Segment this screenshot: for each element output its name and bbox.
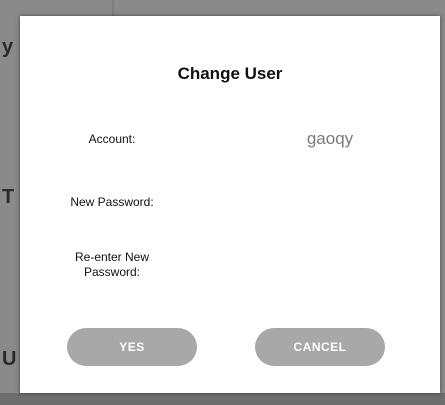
- cancel-button[interactable]: CANCEL: [255, 328, 385, 366]
- new-password-label: New Password:: [70, 195, 154, 209]
- background-bottom-bar: [0, 393, 445, 405]
- reenter-password-label: Re-enter New Password:: [74, 250, 150, 279]
- reenter-password-field[interactable]: [250, 254, 414, 278]
- new-password-field[interactable]: [250, 191, 414, 215]
- dialog-title: Change User: [177, 64, 283, 83]
- account-label: Account:: [88, 132, 136, 146]
- account-value: gaoqy: [306, 129, 354, 148]
- background-text-fragment: y: [2, 36, 14, 58]
- yes-button[interactable]: YES: [67, 328, 197, 366]
- change-user-dialog: Change User Account: gaoqy New Password:…: [20, 16, 440, 393]
- background-text-fragment: T: [2, 186, 15, 208]
- background-text-fragment: U: [2, 348, 17, 370]
